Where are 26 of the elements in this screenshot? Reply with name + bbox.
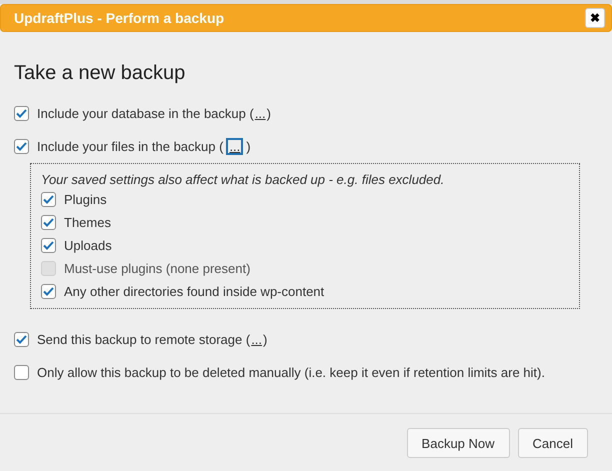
checkbox[interactable]	[41, 215, 56, 230]
checkbox[interactable]	[41, 284, 56, 299]
option-label: Themes	[64, 215, 111, 230]
window-title: UpdraftPlus - Perform a backup	[14, 10, 224, 26]
option-label: Include your database in the backup (...)	[37, 106, 271, 121]
option-label: Uploads	[64, 238, 112, 253]
checkbox[interactable]	[41, 238, 56, 253]
details-link[interactable]: ...	[254, 107, 267, 120]
option-label: Include your files in the backup ( ... )	[37, 138, 251, 155]
details-link[interactable]: ...	[226, 138, 244, 155]
checkbox[interactable]	[14, 106, 29, 121]
option-label: Only allow this backup to be deleted manually (i.e. keep it even if retention limits are hit).	[37, 365, 545, 380]
checkbox[interactable]	[41, 192, 56, 207]
heading: Take a new backup	[14, 62, 186, 85]
backup-now-button[interactable]: Backup Now	[406, 428, 510, 458]
checkbox[interactable]	[14, 365, 29, 380]
checkbox[interactable]	[14, 139, 29, 154]
option-label: Any other directories found inside wp-content	[64, 284, 324, 299]
details-link[interactable]: ...	[250, 333, 264, 346]
option-label: Must-use plugins (none present)	[64, 261, 250, 276]
panel-note: Your saved settings also affect what is backed up - e.g. files excluded.	[41, 172, 446, 187]
checkbox[interactable]	[14, 332, 29, 347]
cancel-button[interactable]: Cancel	[518, 428, 588, 458]
option-label: Send this backup to remote storage (...)	[37, 332, 268, 347]
close-button[interactable]: ✖	[585, 8, 605, 28]
option-label: Plugins	[64, 192, 107, 207]
